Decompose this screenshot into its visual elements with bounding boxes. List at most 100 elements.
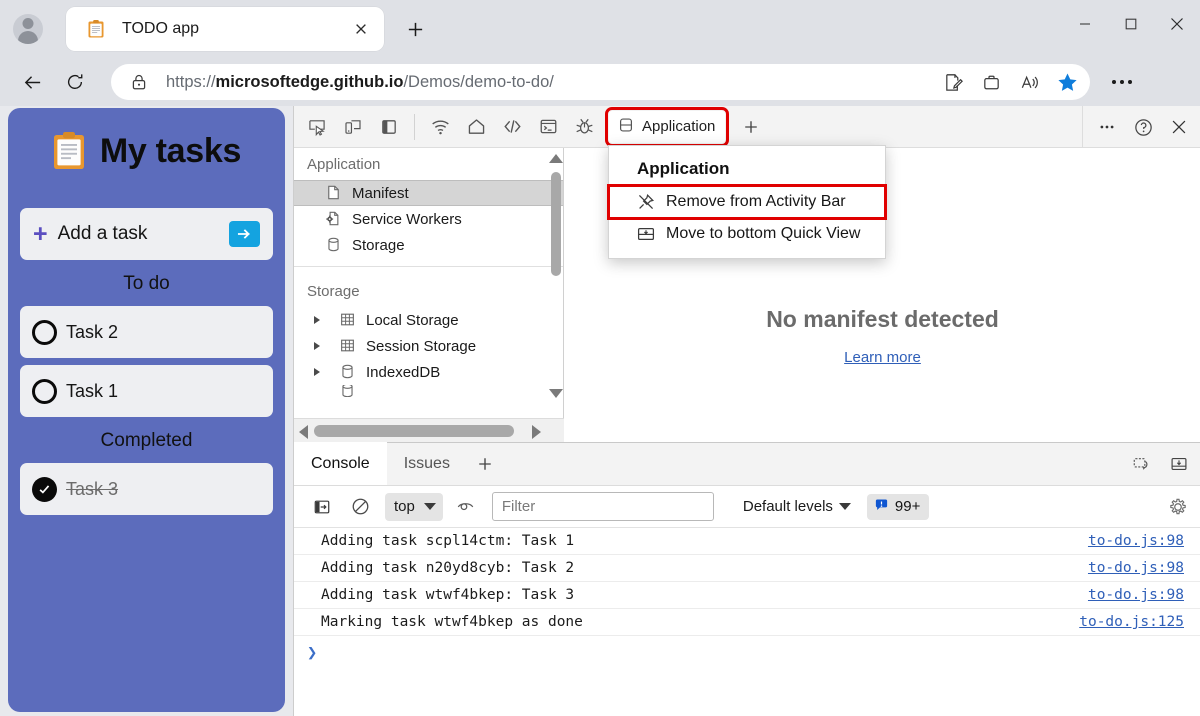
elements-code-icon[interactable] [494,110,530,144]
log-levels-select[interactable]: Default levels [743,498,851,515]
list-item[interactable]: Task 3 [20,463,273,515]
read-aloud-icon[interactable] [934,66,972,98]
tab-console[interactable]: Console [294,442,387,485]
sidebar-item-service-workers[interactable]: Service Workers [294,206,563,232]
network-wifi-icon[interactable] [422,110,458,144]
add-drawer-tab-button[interactable] [467,442,503,485]
address-bar-row: https://microsoftedge.github.io/Demos/de… [0,58,1200,106]
lock-icon[interactable] [130,73,148,91]
more-options-ellipsis-icon[interactable] [1089,110,1125,144]
empty-state-heading: No manifest detected [766,306,999,332]
tab-application[interactable]: Application [604,106,730,147]
collections-icon[interactable] [972,66,1010,98]
devtools-right-tools [1082,106,1200,148]
sidebar-item-local-storage[interactable]: Local Storage [294,307,563,333]
add-task-input-row[interactable]: + Add a task [20,208,273,260]
service-worker-gear-icon [325,210,343,228]
toggle-side-panel-icon[interactable] [371,110,407,144]
sidebar-group-title-storage: Storage [307,283,360,300]
document-icon [325,184,343,202]
reload-button[interactable] [57,64,93,100]
restore-quick-view-icon[interactable] [1123,447,1159,481]
console-log-row[interactable]: Adding task scpl14ctm: Task 1 to-do.js:9… [294,528,1200,555]
console-log-row[interactable]: Marking task wtwf4bkep as done to-do.js:… [294,609,1200,636]
task-checkbox-unchecked-icon[interactable] [32,378,57,404]
sidebar-item-manifest[interactable]: Manifest [294,180,563,206]
list-item[interactable]: Task 1 [20,365,273,417]
filter-input[interactable] [491,492,714,521]
debugger-bug-icon[interactable] [566,110,602,144]
log-levels-label: Default levels [742,498,833,515]
scrollbar-thumb[interactable] [314,425,514,437]
prompt-chevron-icon: ❯ [307,643,318,663]
help-question-icon[interactable] [1125,110,1161,144]
tab-issues[interactable]: Issues [387,442,467,485]
database-cylinder-icon [339,363,357,381]
menu-item-move-to-bottom-quick-view[interactable]: Move to bottom Quick View [609,218,885,250]
console-prompt[interactable]: ❯ [294,636,1200,670]
log-source-link[interactable]: to-do.js:98 [1088,560,1184,576]
console-log-row[interactable]: Adding task n20yd8cyb: Task 2 to-do.js:9… [294,555,1200,582]
minimize-button[interactable] [1062,0,1108,48]
sidebar-item-partial[interactable] [294,385,563,397]
list-item[interactable]: Task 2 [20,306,273,358]
menu-item-remove-from-activity-bar[interactable]: Remove from Activity Bar [607,184,887,220]
log-source-link[interactable]: to-do.js:98 [1088,533,1184,549]
devtools-sidebar: Application Manifest Service Workers Sto… [294,148,564,442]
sidebar-group-title-application: Application [307,156,381,173]
manifest-empty-state: No manifest detected Learn more [564,306,1200,367]
add-task-submit-button[interactable] [229,221,260,247]
scroll-right-arrow-icon[interactable] [532,425,541,439]
console-sidebar-icon[interactable] [305,492,339,522]
close-window-button[interactable] [1154,0,1200,48]
move-to-bottom-panel-icon [637,225,655,243]
console-log-row[interactable]: Adding task wtwf4bkep: Task 3 to-do.js:9… [294,582,1200,609]
browser-window: TODO app https://microsoftedge.github.io… [0,0,1200,716]
chevron-right-icon[interactable] [314,368,320,376]
page-viewport: My tasks + Add a task To do Task 2 Task … [0,106,293,716]
profile-button[interactable] [8,9,48,49]
sidebar-vertical-scrollbar[interactable] [549,154,563,398]
eye-icon[interactable] [449,492,483,522]
task-checkbox-checked-icon[interactable] [32,476,57,502]
maximize-button[interactable] [1108,0,1154,48]
device-emulation-icon[interactable] [335,110,371,144]
home-icon[interactable] [458,110,494,144]
log-source-link[interactable]: to-do.js:98 [1088,587,1184,603]
close-icon[interactable] [347,15,375,43]
devtools-quick-view-drawer: Console Issues top Filter Default levels… [294,442,1200,716]
scroll-up-arrow-icon[interactable] [549,154,563,163]
issues-count-badge[interactable]: 99+ [866,493,930,520]
browser-settings-more-button[interactable] [1104,64,1140,100]
console-context-select[interactable]: top [385,492,443,521]
sidebar-item-indexeddb[interactable]: IndexedDB [294,359,563,385]
scroll-down-arrow-icon[interactable] [549,389,563,398]
sidebar-item-storage[interactable]: Storage [294,232,563,258]
new-tab-button[interactable] [397,11,433,47]
chevron-right-icon[interactable] [314,316,320,324]
back-button[interactable] [14,64,50,100]
learn-more-link[interactable]: Learn more [844,349,921,366]
chevron-down-icon [423,503,436,510]
add-devtools-tab-button[interactable] [733,110,769,144]
immersive-reader-icon[interactable] [1010,66,1048,98]
sidebar-horizontal-scrollbar[interactable] [294,418,564,442]
console-terminal-icon[interactable] [530,110,566,144]
console-toolbar: top Default levels [294,486,1200,528]
address-bar[interactable]: https://microsoftedge.github.io/Demos/de… [111,64,1090,100]
close-devtools-icon[interactable] [1161,110,1197,144]
add-task-placeholder: Add a task [57,223,148,244]
clear-console-icon[interactable] [343,492,377,522]
scrollbar-thumb[interactable] [551,172,561,276]
browser-tab[interactable]: TODO app [66,7,384,51]
task-checkbox-unchecked-icon[interactable] [32,319,57,345]
inspect-element-icon[interactable] [299,110,335,144]
chevron-right-icon[interactable] [314,342,320,350]
scroll-left-arrow-icon[interactable] [299,425,308,439]
log-source-link[interactable]: to-do.js:125 [1079,614,1184,630]
favorites-star-icon[interactable] [1048,66,1086,98]
dock-to-bottom-icon[interactable] [1161,447,1197,481]
log-message: Adding task scpl14ctm: Task 1 [321,533,575,549]
gear-icon[interactable] [1163,492,1193,522]
sidebar-item-session-storage[interactable]: Session Storage [294,333,563,359]
